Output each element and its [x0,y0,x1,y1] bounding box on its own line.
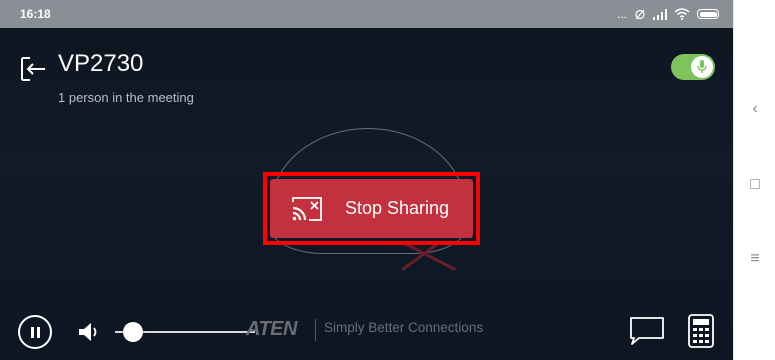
system-nav-bar: ‹ □ ≡ [733,0,775,360]
brand-tagline: Simply Better Connections [324,320,484,335]
volume-slider-thumb[interactable] [123,322,143,342]
meeting-screen: 16:18 ... VP2730 1 person in the meeting… [0,0,733,360]
alarm-icon [635,9,645,20]
background-cross-icon [401,242,457,270]
participant-count: 1 person in the meeting [58,90,194,105]
chat-icon[interactable] [629,316,665,346]
microphone-icon [697,60,707,73]
mic-toggle[interactable] [671,54,715,80]
wifi-icon [674,8,690,20]
signal-icon [653,8,667,20]
mic-knob [691,56,713,78]
status-time: 16:18 [20,7,51,21]
cast-off-icon [292,196,322,221]
brand-divider [315,319,316,341]
stop-sharing-label: Stop Sharing [345,198,450,218]
bottom-controls: ATEN Simply Better Connections [0,300,733,360]
brand-logo: ATEN [246,318,297,340]
volume-icon[interactable] [78,322,100,342]
stop-sharing-button[interactable]: Stop Sharing [270,179,473,238]
nav-back-button[interactable]: ‹ [734,100,775,118]
pause-button[interactable] [18,315,52,349]
notification-dots: ... [616,7,627,21]
room-title: VP2730 [58,50,144,77]
battery-icon [697,9,719,19]
exit-meeting-icon[interactable] [20,56,46,82]
status-bar: 16:18 ... [0,0,733,28]
status-icons: ... [617,7,719,21]
keypad-icon[interactable] [688,314,714,348]
nav-menu-button[interactable]: ≡ [734,250,775,268]
nav-home-button[interactable]: □ [734,176,775,194]
